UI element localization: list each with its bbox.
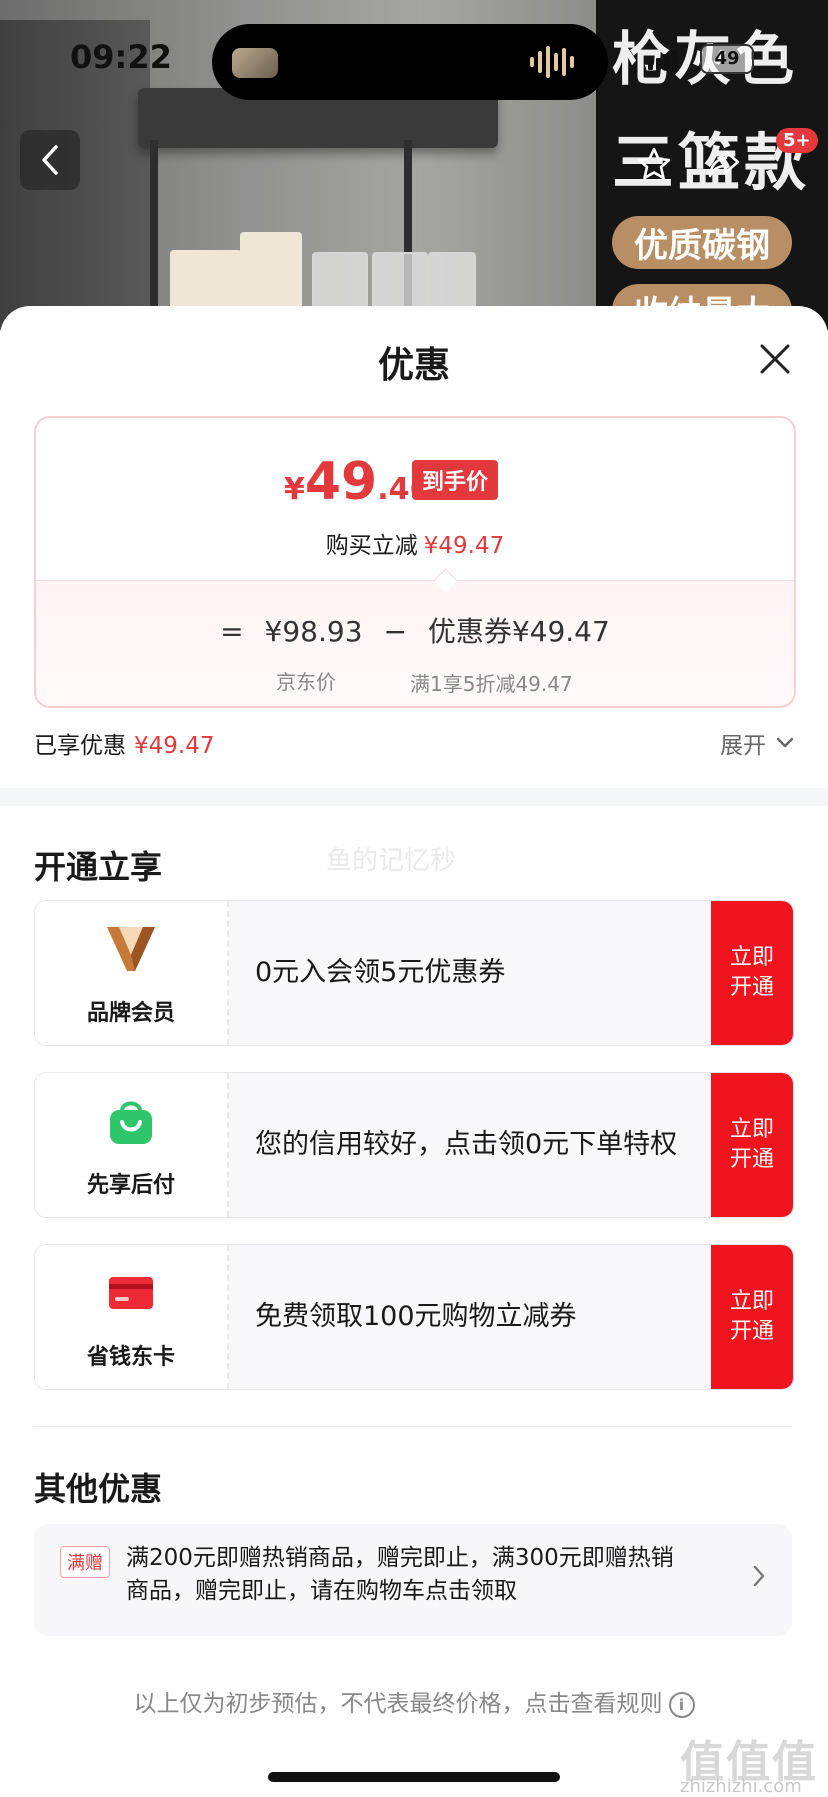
footer-note-text: 以上仅为初步预估，不代表最终价格，点击查看规则 [133,1691,663,1717]
share-icon [708,150,740,178]
sheet-title: 优惠 [377,345,450,386]
expand-button[interactable]: 展开 [720,726,794,760]
jd-price-value: ¥98.93 [264,615,363,648]
home-indicator[interactable] [268,1772,560,1782]
shopping-bag-icon [110,1101,152,1144]
offer-left-panel: 省钱东卡 [35,1245,229,1389]
chevron-down-icon [776,737,794,748]
offer-left-panel: 品牌会员 [35,901,229,1045]
info-icon: i [668,1691,695,1718]
card-icon [109,1277,153,1309]
audio-wave-icon [530,44,574,80]
coupon-label: 优惠券 [427,615,512,648]
close-button[interactable] [752,336,798,382]
discount-sheet: 优惠 ¥49.46 到手价 购买立减 ¥49.47 = ¥98.93 − 优惠券¥… [0,306,828,1797]
battery-icon: 49 [700,44,754,74]
offer-description: 您的信用较好，点击领0元下单特权 [255,1128,678,1160]
section-divider [0,788,828,806]
dynamic-island [212,24,608,100]
price-breakdown-card: ¥49.46 到手价 购买立减 ¥49.47 = ¥98.93 − 优惠券¥49.… [34,416,796,708]
back-button[interactable] [20,130,80,190]
star-icon [637,147,671,180]
offer-name: 先享后付 [86,1173,175,1198]
calc-equals: = [220,615,244,648]
instant-cut-line: 购买立减 ¥49.47 [36,526,794,560]
status-time: 09:22 [70,38,172,76]
watermark-text: 鱼的记忆秒 [326,846,457,876]
offer-card-savings-card[interactable]: 省钱东卡 免费领取100元购物立减券 立即 开通 [34,1244,794,1390]
open-now-button[interactable]: 立即 开通 [711,1245,793,1389]
chevron-right-icon [753,1565,765,1587]
offer-card-pay-later[interactable]: 先享后付 您的信用较好，点击领0元下单特权 立即 开通 [34,1072,794,1218]
price-integer: 49 [304,452,378,512]
close-icon [760,344,790,374]
open-now-button[interactable]: 立即 开通 [711,901,793,1045]
other-offer-text: 满200元即赠热销商品，赠完即止，满300元即赠热销商品，赠完即止，请在购物车点… [126,1545,674,1604]
open-section-title: 开通立享 [34,848,163,886]
offer-name: 省钱东卡 [86,1345,175,1370]
offer-description: 免费领取100元购物立减券 [255,1300,577,1332]
calc-minus: − [383,615,407,648]
instant-cut-value: ¥49.47 [423,533,505,559]
offer-left-panel: 先享后付 [35,1073,229,1217]
signal-icon [648,50,677,70]
jd-price-label: 京东价 [276,670,336,694]
thin-divider [34,1426,792,1427]
coupon-value: ¥49.47 [511,615,610,648]
brand-v-icon [107,927,155,971]
site-watermark-url: zhizhizhi.com [680,1776,802,1797]
price-calc-line: = ¥98.93 − 优惠券¥49.47 [36,610,794,650]
offer-description: 0元入会领5元优惠券 [255,956,506,988]
expand-label: 展开 [720,733,766,759]
final-price-tag: 到手价 [412,460,499,500]
final-price: ¥49.46 [284,452,430,512]
offer-name: 品牌会员 [86,1001,175,1026]
offer-card-brand-member[interactable]: 品牌会员 0元入会领5元优惠券 立即 开通 [34,900,794,1046]
rules-link[interactable]: 以上仅为初步预估，不代表最终价格，点击查看规则 i [0,1684,828,1718]
price-currency: ¥ [284,472,305,507]
promo-pill-material: 优质碳钢 [612,216,792,269]
gift-tag: 满赠 [60,1546,110,1578]
image-shelf-rail [150,140,158,330]
instant-cut-label: 购买立减 [325,533,418,559]
share-button[interactable] [700,140,748,188]
favorite-button[interactable] [630,140,678,188]
now-playing-thumb [232,48,278,78]
open-now-button[interactable]: 立即 开通 [711,1073,793,1217]
enjoyed-value: ¥49.47 [134,733,215,759]
enjoyed-label: 已享优惠 [34,733,126,759]
other-section-title: 其他优惠 [34,1470,163,1508]
coupon-description: 满1享5折减49.47 [410,672,573,696]
enjoyed-discount-row: 已享优惠 ¥49.47 [34,726,214,760]
other-offer-card[interactable]: 满赠 满200元即赠热销商品，赠完即止，满300元即赠热销商品，赠完即止，请在购… [34,1524,792,1636]
cart-count-badge: 5+ [776,128,818,153]
chevron-left-icon [42,145,58,175]
